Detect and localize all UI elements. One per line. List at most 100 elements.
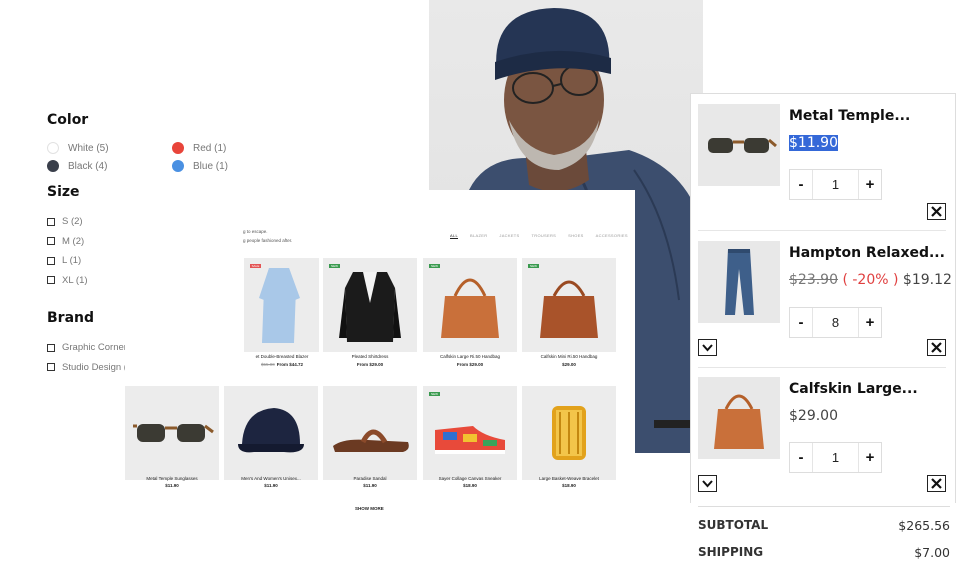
blazer-icon xyxy=(339,272,401,342)
discounted-price: $19.12 xyxy=(902,272,952,288)
handbag-icon xyxy=(714,394,764,449)
quantity-input[interactable]: 1 xyxy=(812,170,859,199)
increase-button[interactable]: + xyxy=(859,449,881,466)
cart-item-price: $29.00 xyxy=(789,408,838,424)
remove-item-button[interactable] xyxy=(927,475,946,492)
tab-blazer[interactable]: BLAZER xyxy=(470,233,487,239)
size-label: L (1) xyxy=(62,255,82,267)
tab-all[interactable]: ALL xyxy=(450,233,459,239)
cart-item-name[interactable]: Calfskin Large... xyxy=(789,381,918,397)
quantity-stepper: - 1 + xyxy=(789,169,882,200)
shirtdress-icon xyxy=(259,268,300,343)
product-price: $11.90 xyxy=(165,483,179,488)
sale-badge: SALE xyxy=(250,264,261,268)
color-option-black[interactable]: Black (4) xyxy=(47,160,172,172)
cart-item-thumbnail[interactable] xyxy=(698,104,780,186)
tab-shoes[interactable]: SHOES xyxy=(568,233,584,239)
sandal-icon xyxy=(333,429,409,452)
handbag-icon xyxy=(540,280,598,338)
product-name[interactable]: Metal Temple Sunglasses xyxy=(125,476,219,481)
checkbox[interactable] xyxy=(47,363,55,372)
expand-item-button[interactable] xyxy=(698,475,717,492)
color-option-red[interactable]: Red (1) xyxy=(172,142,252,154)
product-name[interactable]: Calfskin Mini Ri.50 Handbag xyxy=(522,354,616,359)
new-badge: NEW xyxy=(329,264,340,268)
sunglasses-icon xyxy=(708,138,777,153)
cart-item-thumbnail[interactable] xyxy=(698,241,780,323)
intro-line: g to escape. xyxy=(243,229,268,234)
color-option-blue[interactable]: Blue (1) xyxy=(172,160,252,172)
current-price: From $44.72 xyxy=(276,362,304,367)
cap-icon xyxy=(238,408,304,453)
category-tabs: ALL BLAZER JACKETS TROUSERS SHOES ACCESS… xyxy=(450,233,628,239)
checkbox[interactable] xyxy=(47,256,55,265)
red-swatch xyxy=(172,142,184,154)
cart-panel: Metal Temple... $11.90 - 1 + Hampton Rel… xyxy=(690,93,956,503)
decrease-button[interactable]: - xyxy=(790,449,812,466)
product-name[interactable]: et Double-Breasted Blazer xyxy=(235,354,329,359)
catalog-intro: g to escape. g people fashioned after. xyxy=(243,227,292,245)
product-tile-sneaker[interactable]: NEW xyxy=(423,386,517,480)
product-tile-pleated-shirtdress[interactable]: NEW xyxy=(323,258,417,352)
intro-line: g people fashioned after. xyxy=(243,238,293,243)
product-tile-blazer[interactable]: SALE xyxy=(244,258,319,352)
item-divider xyxy=(698,367,946,368)
color-filter-title: Color xyxy=(47,112,89,128)
color-option-label: Black (4) xyxy=(68,160,108,172)
tab-jackets[interactable]: JACKETS xyxy=(499,233,519,239)
quantity-stepper: - 1 + xyxy=(789,442,882,473)
increase-button[interactable]: + xyxy=(859,176,881,193)
close-icon xyxy=(931,342,942,353)
product-tile-sandal[interactable] xyxy=(323,386,417,480)
product-tile-calfskin-large-handbag[interactable]: NEW xyxy=(423,258,517,352)
color-option-label: Blue (1) xyxy=(193,160,229,172)
checkbox[interactable] xyxy=(47,343,55,352)
checkbox[interactable] xyxy=(47,237,55,246)
product-name[interactable]: Pleated Shirtdress xyxy=(323,354,417,359)
product-price: $18.90 xyxy=(463,483,477,488)
expand-item-button[interactable] xyxy=(698,339,717,356)
sunglasses-icon xyxy=(133,424,214,442)
product-name[interactable]: Paradise Sandal xyxy=(323,476,417,481)
product-price: From $29.00 xyxy=(456,362,484,367)
decrease-button[interactable]: - xyxy=(790,314,812,331)
blue-swatch xyxy=(172,160,184,172)
black-swatch xyxy=(47,160,59,172)
quantity-input[interactable]: 8 xyxy=(812,308,859,337)
product-name[interactable]: Men's And Women's Unisex... xyxy=(224,476,318,481)
product-tile-cap[interactable] xyxy=(224,386,318,480)
increase-button[interactable]: + xyxy=(859,314,881,331)
show-more-button[interactable]: SHOW MORE xyxy=(355,506,384,511)
item-divider xyxy=(698,230,946,231)
cart-item-name[interactable]: Hampton Relaxed... xyxy=(789,245,945,261)
product-tile-sunglasses[interactable] xyxy=(125,386,219,480)
subtotal-row: SUBTOTAL $265.56 xyxy=(698,518,950,545)
new-badge: NEW xyxy=(429,264,440,268)
product-name[interactable]: Sayer Collage Canvas Sneaker xyxy=(423,476,517,481)
cart-item-thumbnail[interactable] xyxy=(698,377,780,459)
new-badge: NEW xyxy=(429,392,440,396)
remove-item-button[interactable] xyxy=(927,203,946,220)
tab-trousers[interactable]: TROUSERS xyxy=(532,233,557,239)
product-name[interactable]: Calfskin Large Ri.50 Handbag xyxy=(423,354,517,359)
product-tile-calfskin-mini-handbag[interactable]: NEW xyxy=(522,258,616,352)
product-name[interactable]: Large Basket-Weave Bracelet xyxy=(522,476,616,481)
remove-item-button[interactable] xyxy=(927,339,946,356)
tab-accessories[interactable]: ACCESSORIES xyxy=(596,233,628,239)
quantity-stepper: - 8 + xyxy=(789,307,882,338)
product-price: $11.90 xyxy=(264,483,278,488)
product-tile-bracelet[interactable] xyxy=(522,386,616,480)
checkbox[interactable] xyxy=(47,276,55,285)
original-price: $23.90 xyxy=(789,272,838,288)
checkbox[interactable] xyxy=(47,217,55,226)
cart-item-name[interactable]: Metal Temple... xyxy=(789,108,910,124)
size-label: S (2) xyxy=(62,216,83,228)
product-price: $18.90 xyxy=(562,483,576,488)
color-option-white[interactable]: White (5) xyxy=(47,142,172,154)
decrease-button[interactable]: - xyxy=(790,176,812,193)
product-price: $11.90 xyxy=(363,483,377,488)
handbag-icon xyxy=(441,278,499,338)
cart-item-price: $23.90 ( -20% ) $19.12 xyxy=(789,272,952,288)
subtotal-value: $265.56 xyxy=(898,518,950,533)
quantity-input[interactable]: 1 xyxy=(812,443,859,472)
